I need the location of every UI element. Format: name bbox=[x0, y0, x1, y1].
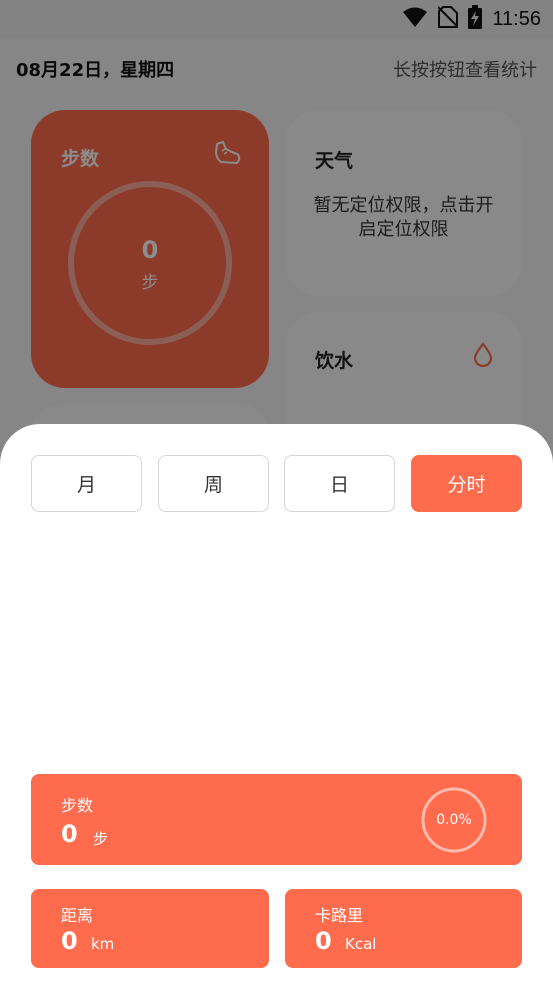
tab-day[interactable]: 日 bbox=[284, 455, 395, 512]
stats-bottom-sheet: 月 周 日 分时 步数 0 步 0.0% 距离 0 km 卡路里 0 Kcal bbox=[0, 424, 553, 983]
calories-stat-unit: Kcal bbox=[345, 935, 377, 953]
tab-month[interactable]: 月 bbox=[31, 455, 142, 512]
steps-stat-value: 0 bbox=[61, 820, 78, 848]
calories-stat-value: 0 bbox=[315, 927, 332, 955]
distance-stat-unit: km bbox=[91, 935, 115, 953]
distance-stat-card: 距离 0 km bbox=[31, 889, 269, 968]
chart-area bbox=[31, 528, 522, 764]
tab-hourly[interactable]: 分时 bbox=[411, 455, 522, 512]
steps-stat-card: 步数 0 步 0.0% bbox=[31, 774, 522, 865]
tab-week[interactable]: 周 bbox=[158, 455, 269, 512]
steps-stat-unit: 步 bbox=[93, 830, 109, 848]
distance-stat-label: 距离 bbox=[61, 906, 94, 925]
calories-stat-card: 卡路里 0 Kcal bbox=[285, 889, 522, 968]
calories-stat-label: 卡路里 bbox=[315, 906, 364, 925]
steps-stat-label: 步数 bbox=[61, 796, 94, 815]
steps-percentage-text: 0.0% bbox=[436, 812, 472, 828]
distance-stat-value: 0 bbox=[61, 927, 78, 955]
